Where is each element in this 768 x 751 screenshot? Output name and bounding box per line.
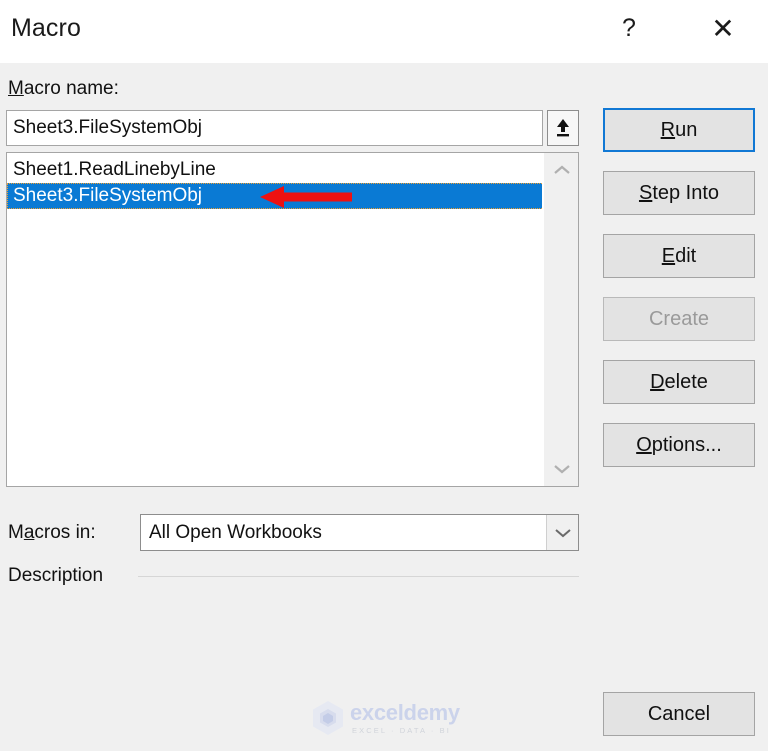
delete-button[interactable]: Delete [603,360,755,404]
hexagon-cube-logo [313,701,343,735]
chevron-down-icon[interactable] [546,515,578,550]
macro-dialog: Macro ? ✕ Macro name: Sheet1.ReadLinebyL… [0,0,768,751]
options-button-accel: O [636,433,652,456]
help-icon[interactable]: ? [606,8,652,48]
chevron-down-icon[interactable] [544,452,579,486]
list-scrollbar[interactable] [543,153,578,486]
step-into-button[interactable]: Step Into [603,171,755,215]
edit-button-accel: E [661,244,676,267]
create-button-label: Create [648,307,710,330]
upload-arrow-icon[interactable] [547,110,579,146]
step-into-button-accel: S [638,181,653,204]
macros-in-select[interactable]: All Open Workbooks [140,514,579,551]
description-separator [138,576,579,577]
macro-name-label-rest: acro name: [23,78,119,99]
macros-in-value: All Open Workbooks [149,521,322,543]
close-icon[interactable]: ✕ [700,8,746,48]
macro-name-input[interactable] [6,110,543,146]
run-button-accel: R [660,118,676,141]
title-bar: Macro ? ✕ [0,0,768,63]
cancel-button-label: Cancel [647,702,711,725]
watermark-tagline: EXCEL · DATA · BI [352,725,451,735]
delete-button-label: elete [664,370,708,393]
run-button[interactable]: Run [603,108,755,152]
macro-name-label-accel: M [8,78,24,99]
watermark-name: exceldemy [350,699,460,725]
macro-list[interactable]: Sheet1.ReadLinebyLine Sheet3.FileSystemO… [7,153,542,486]
list-item-selected[interactable]: Sheet3.FileSystemObj [7,183,542,209]
window-title: Macro [11,14,81,42]
cancel-button[interactable]: Cancel [603,692,755,736]
macro-name-row [6,110,579,146]
macros-in-label-rest: cros in: [34,522,96,543]
create-button: Create [603,297,755,341]
watermark: exceldemy EXCEL · DATA · BI [311,699,461,737]
description-label: Description [8,565,104,586]
macro-list-box[interactable]: Sheet1.ReadLinebyLine Sheet3.FileSystemO… [6,152,579,487]
macros-in-label: Macros in: [8,522,96,544]
macros-in-label-accel: a [23,522,35,543]
macro-name-label: Macro name: [8,78,119,100]
list-item[interactable]: Sheet1.ReadLinebyLine [7,157,542,183]
delete-button-accel: D [650,370,665,393]
options-button[interactable]: Options... [603,423,755,467]
options-button-label: ptions... [651,433,722,456]
edit-button-label: dit [675,244,697,267]
chevron-up-icon[interactable] [544,153,579,187]
step-into-button-label: tep Into [652,181,720,204]
macros-in-label-pre: M [8,522,24,543]
run-button-label: un [675,118,698,141]
edit-button[interactable]: Edit [603,234,755,278]
